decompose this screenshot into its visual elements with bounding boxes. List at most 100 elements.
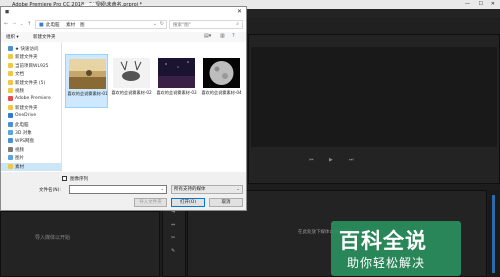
file-name: 喜欢的会说雾素材-03 (156, 90, 197, 95)
refresh-icon[interactable]: ↻ (160, 21, 164, 27)
close-icon[interactable]: ✕ (491, 1, 495, 7)
nav-item-label: 新建文件夹 (15, 105, 38, 111)
file-list: 喜欢的会说雾素材-01 喜欢的会说雾素材-02 喜欢的会说雾素材-03 喜欢的会… (62, 42, 246, 172)
nav-item[interactable]: 图片 (1, 154, 61, 162)
folder-icon: ■ (39, 22, 44, 28)
folder-icon (8, 146, 13, 152)
nav-item[interactable]: 3D 对象 (1, 129, 61, 137)
nav-item[interactable]: 新建文件夹 (1, 53, 61, 61)
file-item[interactable]: 喜欢的会说雾素材-03 (155, 54, 198, 108)
folder-icon (8, 79, 13, 85)
nav-item[interactable]: 此电脑 (1, 121, 61, 129)
search-box[interactable]: 搜索"图" ⌕ (169, 20, 243, 29)
recent-dropdown-icon[interactable]: ⌄ (20, 21, 23, 26)
open-file-dialog: ◼ ✕ ← → ⌄ ↑ ■ 此电脑 素材 图 ⌄ ↻ 搜索"图" ⌕ 组织 ▾ … (0, 6, 247, 211)
pen-tool-icon[interactable]: ✎ (171, 248, 175, 254)
navigation-pane: ★ 快速访问 新建文件夹 当前项目WL925 文档 新建文件夹 (5) 视频 Adobe P… (1, 42, 62, 172)
breadcrumb-pictures[interactable]: 图 (80, 22, 85, 28)
filetype-dropdown-icon[interactable]: ⌄ (236, 186, 240, 193)
folder-icon (8, 163, 13, 169)
nav-item[interactable]: 视频 (1, 87, 61, 95)
folder-icon (8, 88, 13, 93)
nav-item-label: 文档 (15, 72, 24, 78)
new-folder-button[interactable]: 新建文件夹 (33, 34, 56, 40)
file-thumbnail (69, 59, 106, 89)
nav-item-label: 新建文件夹 (5) (15, 80, 46, 86)
folder-icon (8, 54, 13, 60)
step-forward-icon[interactable]: ⏭ (349, 157, 354, 163)
search-placeholder: 搜索"图" (173, 23, 191, 28)
filename-label: 文件名(N): (39, 188, 61, 193)
nav-item-label: 视频 (15, 147, 24, 153)
import-folder-button[interactable]: 导入文件夹 (134, 198, 167, 207)
nav-item[interactable]: WPS网盘 (1, 137, 61, 145)
organize-button[interactable]: 组织 ▾ (6, 34, 19, 40)
ripple-edit-icon[interactable]: ⇔ (171, 222, 175, 228)
nav-item[interactable]: OneDrive (1, 112, 61, 120)
audio-meter-bar (492, 195, 495, 273)
search-icon[interactable]: ⌕ (236, 21, 239, 27)
nav-item-label: 图片 (15, 156, 24, 162)
nav-item[interactable]: 新建文件夹 (5) (1, 79, 61, 87)
help-icon[interactable]: ? (232, 33, 235, 39)
image-thumbnail-deer (113, 58, 150, 88)
image-thumbnail-nightsky (158, 58, 195, 88)
image-sequence-label: 图像序列 (70, 177, 88, 182)
nav-item-label: 新建文件夹 (15, 55, 38, 61)
filename-dropdown-icon[interactable]: ⌄ (160, 186, 164, 193)
dialog-close-icon[interactable]: ✕ (237, 8, 242, 15)
project-panel-hint: 导入媒体以开始 (35, 235, 71, 241)
minimize-icon[interactable]: — (465, 1, 470, 7)
program-monitor-viewer (251, 47, 497, 147)
nav-item-label: WPS网盘 (15, 139, 35, 145)
open-button[interactable]: 打开(O) (171, 198, 205, 207)
folder-icon (8, 138, 13, 144)
nav-item[interactable]: 视频 (1, 146, 61, 154)
folder-icon (8, 104, 13, 110)
file-name: 喜欢的会说雾素材-02 (111, 90, 152, 95)
program-monitor-panel: ⏮ ▶ ⏭ (248, 34, 500, 184)
cancel-button[interactable]: 取消 (209, 198, 243, 207)
audio-meter (488, 190, 500, 277)
watermark-title: 百科全说 (339, 229, 427, 253)
nav-item[interactable]: 文档 (1, 70, 61, 78)
nav-item[interactable]: ★ 快速访问 (1, 45, 61, 53)
image-thumbnail-grassland (69, 59, 106, 89)
filename-input[interactable]: ⌄ (69, 185, 167, 194)
breadcrumb-pc[interactable]: 此电脑 (46, 22, 60, 28)
forward-arrow-icon[interactable]: → (12, 21, 16, 27)
folder-icon (8, 121, 13, 127)
folder-icon (8, 62, 13, 68)
file-thumbnail (203, 58, 240, 88)
up-arrow-icon[interactable]: ↑ (27, 21, 31, 27)
nav-item-label: 此电脑 (15, 122, 29, 128)
preview-pane-icon[interactable]: ▥ (220, 33, 225, 39)
file-item[interactable]: 喜欢的会说雾素材-04 (200, 54, 243, 108)
breadcrumb-material[interactable]: 素材 (66, 22, 75, 28)
maximize-icon[interactable]: ☐ (479, 1, 483, 7)
nav-item[interactable]: Adobe Premiere (1, 95, 61, 103)
play-icon[interactable]: ▶ (329, 157, 333, 163)
nav-item-label: ★ 快速访问 (15, 47, 39, 52)
step-back-icon[interactable]: ⏮ (309, 157, 314, 163)
back-arrow-icon[interactable]: ← (4, 21, 8, 27)
file-thumbnail (113, 58, 150, 88)
filetype-value: 所有支持的媒体 (174, 187, 206, 192)
image-sequence-checkbox[interactable] (62, 176, 67, 181)
nav-item-label: 当前项目WL925 (15, 63, 49, 69)
nav-item[interactable]: 新建文件夹 (1, 104, 61, 112)
file-item[interactable]: 喜欢的会说雾素材-02 (110, 54, 153, 108)
image-thumbnail-moon (203, 58, 240, 88)
breadcrumb[interactable]: ■ 此电脑 素材 图 ⌄ ↻ (35, 20, 167, 29)
filetype-select[interactable]: 所有支持的媒体 ⌄ (171, 185, 243, 194)
view-options-icon[interactable]: ▤▾ (204, 33, 211, 39)
nav-item[interactable]: 素材 (1, 162, 61, 171)
folder-icon (8, 96, 13, 102)
project-panel: 导入媒体以开始 (0, 211, 160, 277)
address-dropdown-icon[interactable]: ⌄ (153, 21, 157, 27)
nav-item[interactable]: 当前项目WL925 (1, 62, 61, 70)
folder-icon (8, 130, 13, 135)
razor-tool-icon[interactable]: ✂ (171, 235, 175, 241)
file-item[interactable]: 喜欢的会说雾素材-01 (65, 54, 108, 108)
file-name: 喜欢的会说雾素材-01 (67, 91, 108, 96)
